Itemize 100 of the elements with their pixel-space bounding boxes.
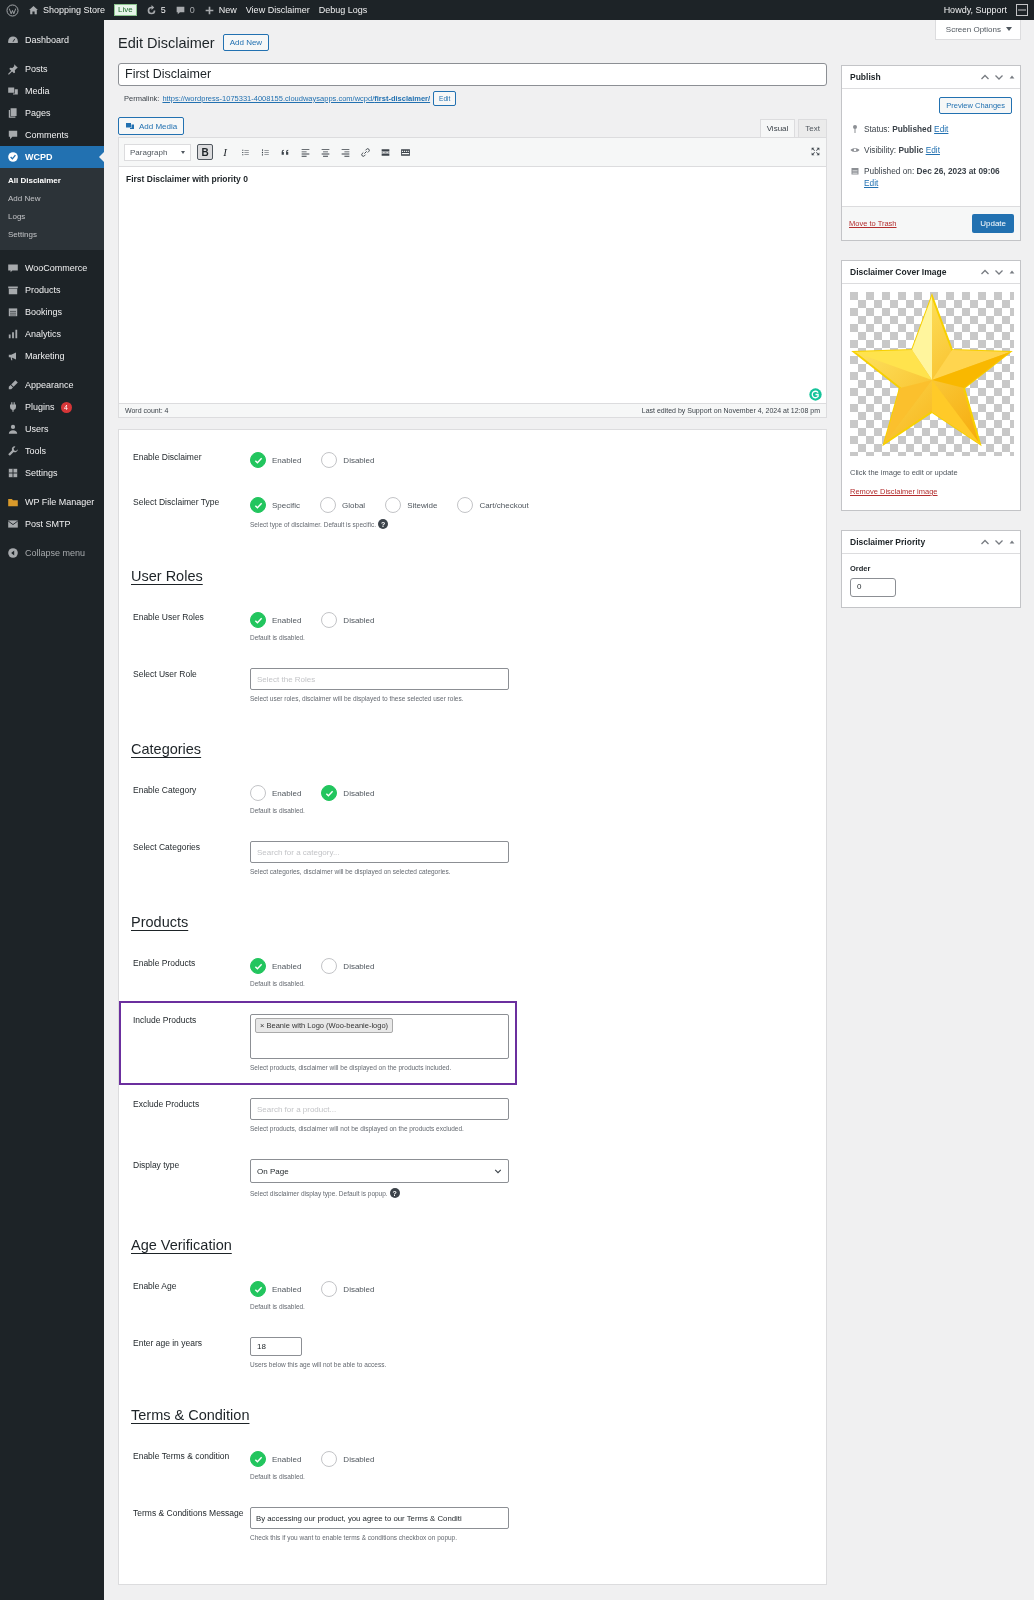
option-label: Disabled — [343, 615, 375, 625]
new-link[interactable]: New — [203, 4, 237, 16]
check-icon — [253, 615, 263, 625]
submenu-item[interactable]: All Disclaimer — [0, 172, 104, 190]
radio-button[interactable] — [321, 1451, 338, 1467]
sidebar-item[interactable]: WooCommerce — [0, 257, 104, 279]
sidebar-item[interactable]: Dashboard — [0, 29, 104, 51]
field-label: Select User Role — [133, 668, 198, 681]
page-title: Edit Disclaimer — [118, 34, 215, 51]
radio-button[interactable] — [320, 497, 336, 513]
submenu-item[interactable]: Logs — [0, 208, 104, 226]
radio-button[interactable] — [321, 452, 338, 468]
toggle-triangle-icon[interactable] — [1008, 268, 1016, 276]
updates-link[interactable]: 5 — [145, 4, 166, 16]
chevron-down-icon[interactable] — [994, 537, 1004, 547]
sidebar-item[interactable]: Media — [0, 80, 104, 102]
site-name-link[interactable]: Shopping Store — [43, 5, 106, 15]
wordpress-logo-icon[interactable] — [6, 3, 19, 17]
radio-button[interactable] — [250, 612, 266, 628]
format-dropdown[interactable]: Paragraph — [124, 143, 191, 161]
update-button[interactable]: Update — [972, 214, 1014, 233]
edit-link[interactable]: Edit — [864, 178, 879, 188]
align-center-icon — [319, 146, 331, 158]
edit-link[interactable]: Edit — [925, 145, 940, 155]
person-icon — [7, 423, 19, 435]
chevron-up-icon[interactable] — [980, 72, 990, 82]
field-label: Exclude Products — [133, 1098, 201, 1111]
sidebar-item[interactable]: WP File Manager — [0, 491, 104, 513]
wrench-icon — [7, 445, 19, 457]
check-icon — [253, 961, 263, 971]
sidebar-item[interactable]: Bookings — [0, 301, 104, 323]
option-label: Disabled — [343, 788, 375, 798]
option-label: Disabled — [343, 1454, 375, 1464]
collapse-menu-button[interactable]: Collapse menu — [0, 542, 104, 564]
submenu-item[interactable]: Add New — [0, 190, 104, 208]
radio-button[interactable] — [457, 497, 474, 513]
bold-button[interactable]: B — [197, 144, 213, 160]
sidebar-item[interactable]: Marketing — [0, 345, 104, 367]
submenu-item[interactable]: Settings — [0, 226, 104, 244]
round-badge-icon[interactable] — [809, 388, 822, 401]
option-label: Disabled — [343, 961, 375, 971]
radio-button[interactable] — [250, 1281, 266, 1297]
sidebar-item[interactable]: Tools — [0, 440, 104, 462]
radio-button[interactable] — [250, 1451, 266, 1467]
edit-link[interactable]: Edit — [934, 124, 949, 134]
sidebar-item[interactable]: Settings — [0, 462, 104, 484]
option-label: Enabled — [272, 961, 302, 971]
sidebar-item[interactable]: Pages — [0, 102, 104, 124]
fullscreen-icon[interactable] — [810, 145, 821, 157]
box-title: Disclaimer Cover Image — [850, 267, 948, 277]
display-type-dropdown[interactable]: On Page — [250, 1159, 509, 1183]
radio-button[interactable] — [250, 497, 266, 513]
radio-button[interactable] — [321, 958, 338, 974]
chevron-up-icon[interactable] — [980, 537, 990, 547]
sidebar-item[interactable]: Analytics — [0, 323, 104, 345]
editor-tab[interactable]: Text — [798, 119, 827, 137]
sidebar-item[interactable]: Comments — [0, 124, 104, 146]
editor-content: First Disclaimer with priority 0 — [126, 174, 249, 184]
store-icon — [7, 262, 19, 274]
chevron-down-icon[interactable] — [994, 267, 1004, 277]
toolbar-link[interactable]: Debug Logs — [318, 5, 368, 15]
chevron-up-icon[interactable] — [980, 267, 990, 277]
radio-button[interactable] — [321, 1281, 338, 1297]
radio-button[interactable] — [321, 612, 338, 628]
add-new-button[interactable]: Add New — [222, 34, 270, 51]
sidebar-item[interactable]: Products — [0, 279, 104, 301]
field-label: Enable Terms & condition — [133, 1450, 231, 1463]
account-link[interactable]: Howdy, Support — [943, 5, 1007, 15]
comments-link[interactable]: 0 — [174, 4, 195, 16]
sidebar-item[interactable]: Post SMTP — [0, 513, 104, 535]
radio-button[interactable] — [250, 452, 266, 468]
sidebar-item[interactable]: Posts — [0, 58, 104, 80]
sidebar-item[interactable]: WCPD — [0, 146, 104, 168]
megaphone-icon — [7, 350, 19, 362]
add-media-button[interactable]: Add Media — [118, 117, 185, 135]
sidebar-item[interactable]: Appearance — [0, 374, 104, 396]
speech-bubble-icon — [7, 129, 19, 141]
section-heading: Products — [131, 914, 189, 930]
gauge-icon — [7, 34, 19, 46]
link-icon — [359, 146, 371, 158]
radio-button[interactable] — [250, 785, 266, 801]
italic-button[interactable]: I — [217, 144, 233, 160]
field-label: Select Categories — [133, 841, 202, 854]
option-label: Global — [342, 500, 366, 510]
box-title: Disclaimer Priority — [850, 537, 927, 547]
status-badge: Live — [114, 4, 137, 16]
sidebar-item[interactable]: Users — [0, 418, 104, 440]
title-field[interactable]: First Disclaimer — [118, 63, 827, 86]
radio-button[interactable] — [321, 785, 338, 801]
order-field[interactable]: 0 — [850, 578, 896, 597]
toggle-triangle-icon[interactable] — [1008, 73, 1016, 81]
screen-options-button[interactable]: Screen Options — [934, 20, 1021, 40]
toolbar-link[interactable]: View Disclaimer — [245, 5, 310, 15]
editor-tab[interactable]: Visual — [759, 119, 796, 137]
age-field[interactable]: 18 — [250, 1337, 302, 1356]
radio-button[interactable] — [385, 497, 402, 513]
chevron-down-icon[interactable] — [994, 72, 1004, 82]
toggle-triangle-icon[interactable] — [1008, 538, 1016, 546]
radio-button[interactable] — [250, 958, 266, 974]
option-label: Sitewide — [407, 500, 438, 510]
